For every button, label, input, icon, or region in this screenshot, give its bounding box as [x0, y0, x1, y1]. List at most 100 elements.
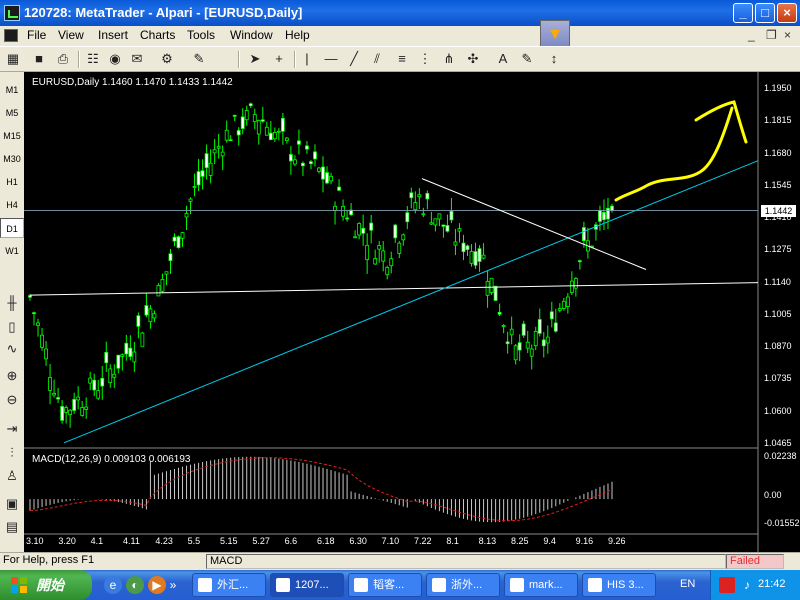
- date-tick: 6.18: [317, 536, 335, 546]
- crosshair-icon[interactable]: +: [270, 50, 288, 68]
- options-icon[interactable]: ⚙: [158, 50, 176, 68]
- media-player-icon[interactable]: ▶: [148, 576, 166, 594]
- language-indicator[interactable]: EN: [680, 578, 695, 590]
- save-icon[interactable]: ■: [30, 50, 48, 68]
- market-watch-icon[interactable]: ☷: [84, 50, 102, 68]
- taskbar-item[interactable]: mark...: [504, 573, 578, 597]
- fibonacci-icon[interactable]: ≡: [393, 50, 411, 68]
- date-tick: 8.13: [478, 536, 497, 546]
- minimize-button[interactable]: _: [733, 3, 753, 23]
- candle-body: [389, 258, 394, 267]
- app-icon: [432, 578, 446, 592]
- timeframe-m30[interactable]: M30: [0, 149, 24, 169]
- candle-body: [497, 312, 502, 315]
- terminal-icon[interactable]: ▣: [3, 495, 21, 513]
- new-chart-icon[interactable]: ▦: [4, 50, 22, 68]
- experts-icon[interactable]: ♙: [3, 467, 21, 485]
- timeframe-d1[interactable]: D1: [0, 218, 24, 238]
- mdi-close-button[interactable]: ×: [784, 28, 791, 42]
- candle-body: [561, 300, 566, 309]
- label-icon[interactable]: ✎: [518, 50, 536, 68]
- candle-body: [405, 212, 410, 223]
- timeframe-h4[interactable]: H4: [0, 195, 24, 215]
- ie-icon[interactable]: e: [104, 576, 122, 594]
- menu-window[interactable]: Window: [230, 28, 273, 42]
- taskbar-item[interactable]: HIS 3...: [582, 573, 656, 597]
- date-tick: 9.16: [575, 536, 594, 546]
- timeframe-m5[interactable]: M5: [0, 103, 24, 123]
- candle-body: [60, 406, 65, 421]
- chart-canvas[interactable]: [24, 72, 800, 552]
- price-tick: 1.1950: [764, 83, 792, 93]
- print-icon[interactable]: ⎙: [54, 50, 72, 68]
- show-desktop-icon[interactable]: ◐: [126, 576, 144, 594]
- macd-tick-zero: 0.00: [764, 490, 782, 500]
- cursor-icon[interactable]: ➤: [246, 50, 264, 68]
- taskbar-item[interactable]: 韬客...: [348, 573, 422, 597]
- close-button[interactable]: ×: [777, 3, 797, 23]
- candle-body: [453, 241, 458, 246]
- macd-label: MACD(12,26,9) 0.009103 0.006193: [32, 454, 191, 465]
- zoom-in-icon[interactable]: ⊕: [3, 367, 21, 385]
- text-icon[interactable]: A: [494, 50, 512, 68]
- candle-body: [533, 330, 538, 347]
- candle-body: [421, 213, 426, 216]
- gann-icon[interactable]: ⋮: [416, 50, 434, 68]
- candle-body: [385, 267, 390, 276]
- menu-view[interactable]: View: [58, 28, 84, 42]
- start-button[interactable]: 開始: [0, 570, 92, 600]
- indicators-icon[interactable]: ⫶: [3, 444, 21, 462]
- menu-help[interactable]: Help: [285, 28, 310, 42]
- menu-tools[interactable]: Tools: [187, 28, 215, 42]
- timeframe-w1[interactable]: W1: [0, 241, 24, 261]
- edit-icon[interactable]: ✎: [190, 50, 208, 68]
- trendline-icon[interactable]: ╱: [345, 50, 363, 68]
- taskbar-item[interactable]: 1207...: [270, 573, 344, 597]
- timeframe-h1[interactable]: H1: [0, 172, 24, 192]
- candle-body: [92, 379, 97, 391]
- connection-status[interactable]: Failed: [726, 554, 784, 569]
- date-tick: 7.22: [414, 536, 432, 546]
- candle-body: [557, 308, 562, 311]
- vertical-line-icon[interactable]: |: [298, 50, 316, 68]
- quicklaunch-more-icon[interactable]: »: [168, 576, 178, 594]
- horizontal-line-icon[interactable]: —: [322, 50, 340, 68]
- period-separator-icon[interactable]: ✣: [464, 50, 482, 68]
- taskbar-item[interactable]: 浙外...: [426, 573, 500, 597]
- menu-insert[interactable]: Insert: [98, 28, 128, 42]
- zoom-out-icon[interactable]: ⊖: [3, 391, 21, 409]
- document-icon[interactable]: [4, 29, 18, 42]
- tray-app-icon[interactable]: [719, 577, 735, 593]
- line-chart-icon[interactable]: ∿: [3, 340, 21, 358]
- candle-body: [68, 409, 73, 415]
- timeframe-m15[interactable]: M15: [0, 126, 24, 146]
- candle-body: [573, 278, 578, 289]
- tester-icon[interactable]: ▤: [3, 518, 21, 536]
- bar-chart-icon[interactable]: ╫: [3, 294, 21, 312]
- chart-info-label: EURUSD,Daily 1.1460 1.1470 1.1433 1.1442: [32, 77, 233, 88]
- mdi-minimize-button[interactable]: _: [748, 28, 755, 42]
- menu-file[interactable]: File: [27, 28, 46, 42]
- candle-body: [232, 114, 237, 117]
- candle-body: [521, 323, 526, 336]
- candle-body: [369, 222, 374, 231]
- data-window-icon[interactable]: ◉: [106, 50, 124, 68]
- arrows-icon[interactable]: ↕: [545, 50, 563, 68]
- mdi-restore-button[interactable]: ❐: [766, 28, 777, 42]
- help-text: For Help, press F1: [3, 554, 95, 566]
- price-tick: 1.0735: [764, 373, 792, 384]
- chart-window[interactable]: EURUSD,Daily 1.1460 1.1470 1.1433 1.1442…: [24, 72, 800, 552]
- maximize-button[interactable]: □: [755, 3, 775, 23]
- macd-tick-min: -0.01552: [764, 518, 800, 528]
- taskbar-item[interactable]: 外汇...: [192, 573, 266, 597]
- candles-icon[interactable]: ▯: [3, 318, 21, 336]
- channel-icon[interactable]: ⫽: [368, 50, 386, 68]
- menu-charts[interactable]: Charts: [140, 28, 175, 42]
- timeframe-m1[interactable]: M1: [0, 80, 24, 100]
- autoscroll-icon[interactable]: ⇥: [3, 420, 21, 438]
- volume-icon[interactable]: ♪: [739, 577, 755, 593]
- app-icon: [588, 578, 602, 592]
- candle-body: [333, 205, 337, 211]
- navigator-icon[interactable]: ✉: [128, 50, 146, 68]
- pitchfork-icon[interactable]: ⋔: [440, 50, 458, 68]
